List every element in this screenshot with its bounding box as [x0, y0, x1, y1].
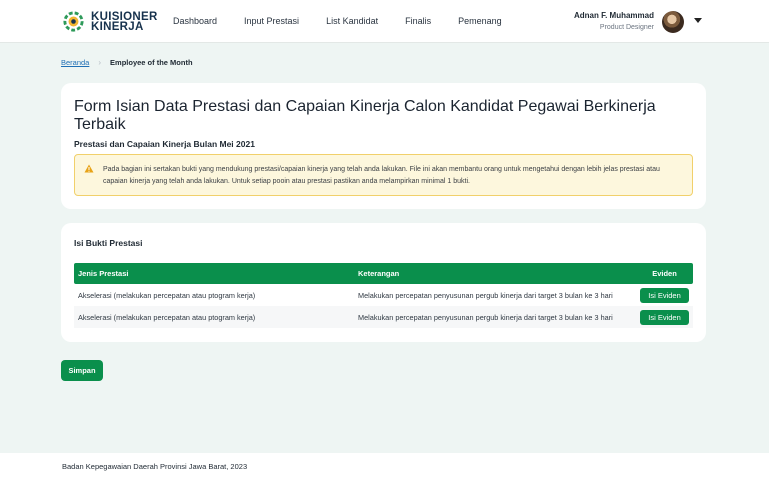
nav-pemenang[interactable]: Pemenang	[458, 16, 502, 26]
nav-list-kandidat[interactable]: List Kandidat	[326, 16, 378, 26]
cell-keterangan: Melakukan percepatan penyusunan pergub k…	[358, 290, 613, 300]
column-header-keterangan: Keterangan	[358, 269, 400, 278]
table-row: Akselerasi (melakukan percepatan atau pt…	[74, 284, 693, 306]
cell-jenis: Akselerasi (melakukan percepatan atau pt…	[78, 290, 256, 300]
table-header: Jenis Prestasi Keterangan Eviden	[74, 263, 693, 284]
page-title: Form Isian Data Prestasi dan Capaian Kin…	[74, 98, 656, 133]
chevron-down-icon[interactable]	[694, 18, 702, 23]
cell-keterangan: Melakukan percepatan penyusunan pergub k…	[358, 312, 613, 322]
user-role: Product Designer	[599, 24, 654, 31]
logo-icon	[63, 11, 84, 32]
footer-text: Badan Kepegawaian Daerah Provinsi Jawa B…	[62, 462, 248, 471]
section-title: Prestasi dan Capaian Kinerja Bulan Mei 2…	[74, 139, 255, 149]
info-alert: Pada bagian ini sertakan bukti yang mend…	[74, 154, 693, 196]
table-row: Akselerasi (melakukan percepatan atau pt…	[74, 306, 693, 328]
cell-jenis: Akselerasi (melakukan percepatan atau pt…	[78, 312, 256, 322]
user-info[interactable]: Adnan F. Muhammad Product Designer	[574, 11, 654, 31]
alert-text: Pada bagian ini sertakan bukti yang mend…	[103, 166, 660, 185]
save-button[interactable]: Simpan	[61, 360, 103, 381]
isi-eviden-button[interactable]: Isi Eviden	[640, 287, 689, 303]
chevron-right-icon: ›	[98, 58, 102, 67]
column-header-jenis: Jenis Prestasi	[78, 269, 129, 278]
logo-text-line2: KINERJA	[91, 20, 144, 33]
form-info-card: Form Isian Data Prestasi dan Capaian Kin…	[61, 83, 706, 209]
bukti-prestasi-card: Isi Bukti Prestasi Jenis Prestasi Ketera…	[61, 223, 706, 342]
bukti-table: Jenis Prestasi Keterangan Eviden Akseler…	[74, 263, 693, 328]
isi-eviden-button[interactable]: Isi Eviden	[640, 309, 689, 325]
nav-dashboard[interactable]: Dashboard	[173, 16, 217, 26]
column-header-eviden: Eviden	[652, 269, 677, 278]
section-title-bukti: Isi Bukti Prestasi	[74, 238, 143, 248]
user-name: Adnan F. Muhammad	[573, 11, 654, 20]
logo-text-line1: KUISIONER	[91, 10, 158, 23]
breadcrumb: Beranda › Employee of the Month	[61, 58, 193, 67]
main-nav: Dashboard Input Prestasi List Kandidat F…	[173, 16, 529, 26]
nav-input-prestasi[interactable]: Input Prestasi	[244, 16, 299, 26]
footer: Badan Kepegawaian Daerah Provinsi Jawa B…	[0, 453, 769, 478]
breadcrumb-current: Employee of the Month	[110, 58, 193, 67]
avatar[interactable]	[662, 11, 684, 33]
top-navbar: KUISIONER KINERJA Dashboard Input Presta…	[0, 0, 769, 43]
breadcrumb-home-link[interactable]: Beranda	[61, 58, 89, 67]
warning-icon	[84, 164, 94, 173]
app-logo[interactable]: KUISIONER KINERJA	[62, 10, 158, 33]
nav-finalis[interactable]: Finalis	[405, 16, 431, 26]
